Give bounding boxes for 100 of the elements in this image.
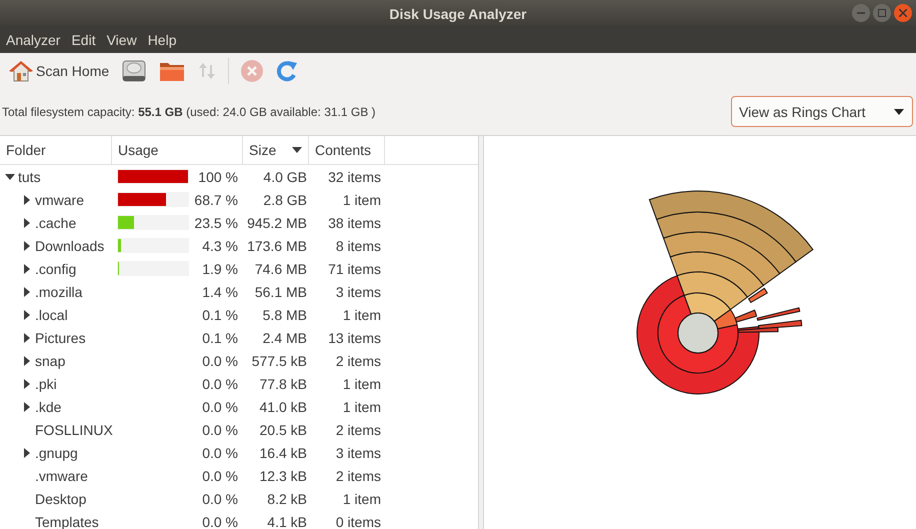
ring-segment[interactable] (734, 310, 758, 322)
menu-item[interactable]: Analyzer (2, 32, 64, 48)
folder-name[interactable]: .local (35, 306, 68, 322)
expand-arrow-icon[interactable] (22, 310, 32, 320)
stop-icon (240, 58, 264, 82)
item-count: 1 item (342, 192, 382, 208)
item-count: 1 item (342, 376, 382, 392)
item-count: 0 items (334, 514, 382, 529)
menu-item[interactable]: Help (144, 32, 180, 48)
folder-name[interactable]: .vmware (35, 468, 88, 484)
folder-size: 173.6 MB (246, 238, 308, 254)
usage-percent: 1.4 % (202, 284, 239, 300)
folder-name[interactable]: .pki (35, 376, 57, 392)
folder-name[interactable]: .cache (35, 214, 76, 230)
folder-size: 20.5 kB (258, 422, 308, 438)
usage-percent: 1.9 % (202, 260, 239, 276)
item-count: 1 item (342, 306, 382, 322)
center-circle[interactable] (678, 312, 718, 354)
folder-name[interactable]: vmware (35, 192, 84, 208)
item-count: 32 items (327, 168, 382, 184)
folder-name[interactable]: FOSLLINUX (35, 422, 113, 438)
folder-size: 945.2 MB (246, 214, 308, 230)
folder-size: 2.4 MB (262, 330, 308, 346)
usage-percent: 0.1 % (202, 330, 239, 346)
folder-name[interactable]: Pictures (35, 330, 86, 346)
ring-segment[interactable] (756, 307, 800, 321)
folder-name[interactable]: Desktop (35, 490, 86, 506)
expand-arrow-icon[interactable] (22, 402, 32, 412)
folder-size: 8.2 kB (266, 490, 308, 506)
ring-segment[interactable] (648, 190, 814, 262)
usage-percent: 0.0 % (202, 422, 239, 438)
folder-size: 12.3 kB (258, 468, 308, 484)
ring-segment[interactable] (663, 232, 780, 286)
usage-percent: 0.0 % (202, 376, 239, 392)
ring-segment[interactable] (670, 252, 764, 298)
item-count: 3 items (334, 444, 382, 460)
menu-item[interactable]: View (102, 32, 141, 48)
folder-name[interactable]: Downloads (35, 238, 104, 254)
item-count: 1 item (342, 490, 382, 506)
expand-arrow-icon[interactable] (22, 448, 32, 458)
item-count: 8 items (334, 238, 382, 254)
folder-name[interactable]: tuts (18, 168, 41, 184)
folder-size: 4.0 GB (262, 168, 308, 184)
expand-arrow-icon[interactable] (22, 194, 32, 204)
expand-arrow-icon[interactable] (22, 240, 32, 250)
folder-name[interactable]: .kde (35, 398, 62, 414)
ring-segment[interactable] (636, 275, 760, 394)
expand-arrow-icon[interactable] (22, 264, 32, 274)
collapse-arrow-icon[interactable] (5, 172, 15, 182)
folder-size: 577.5 kB (250, 352, 308, 368)
expand-arrow-icon[interactable] (22, 218, 32, 228)
item-count: 1 item (342, 398, 382, 414)
usage-percent: 23.5 % (194, 214, 239, 230)
folder-name[interactable]: .config (35, 260, 76, 276)
ring-segment[interactable] (737, 326, 778, 333)
home-button[interactable]: Scan Home (5, 56, 114, 86)
expand-arrow-icon[interactable] (22, 286, 32, 296)
item-count: 2 items (334, 468, 382, 484)
item-count: 38 items (327, 214, 382, 230)
folder-size: 77.8 kB (258, 376, 308, 392)
maximize-icon (878, 9, 886, 17)
hard-drive-icon (121, 58, 148, 82)
usage-percent: 0.0 % (202, 468, 239, 484)
folder-size: 74.6 MB (254, 260, 308, 276)
usage-percent: 0.0 % (202, 398, 239, 414)
window-title: Disk Usage Analyzer (389, 6, 527, 22)
ring-segment[interactable] (758, 320, 802, 330)
expand-arrow-icon[interactable] (22, 356, 32, 366)
usage-percent: 100 % (198, 168, 239, 184)
ring-segment[interactable] (684, 292, 731, 322)
item-count: 71 items (327, 260, 382, 276)
folder-name[interactable]: snap (35, 352, 66, 368)
folder-name[interactable]: .mozilla (35, 284, 82, 300)
expand-arrow-icon[interactable] (22, 332, 32, 342)
usage-percent: 0.0 % (202, 444, 239, 460)
folder-size: 16.4 kB (258, 444, 308, 460)
usage-percent: 4.3 % (202, 238, 239, 254)
folder-name[interactable]: .gnupg (35, 444, 78, 460)
item-count: 13 items (327, 330, 382, 346)
view-dropdown[interactable]: View as Rings Chart (731, 96, 913, 127)
ring-segment[interactable] (676, 272, 748, 310)
usage-percent: 0.0 % (202, 514, 239, 529)
caret-icon (894, 108, 904, 114)
folder-size: 41.0 kB (258, 398, 308, 414)
capacity-text: Total filesystem capacity: 55.1 GB (used: 24.0 GB available: 31.1 GB ) (2, 104, 376, 118)
close-icon (899, 9, 907, 17)
folder-size: 4.1 kB (266, 514, 308, 529)
item-count: 2 items (334, 352, 382, 368)
ring-segment[interactable] (748, 288, 768, 303)
menu-item[interactable]: Edit (67, 32, 100, 48)
refresh-icon (276, 58, 298, 82)
item-count: 3 items (334, 284, 382, 300)
up-down-arrows-icon (197, 60, 218, 80)
usage-percent: 0.1 % (202, 306, 239, 322)
expand-arrow-icon[interactable] (22, 378, 32, 388)
close-button[interactable] (894, 4, 912, 22)
folder-size: 5.8 MB (262, 306, 308, 322)
ring-segment[interactable] (658, 294, 738, 374)
house-icon (9, 60, 33, 82)
ring-segment[interactable] (656, 212, 796, 274)
